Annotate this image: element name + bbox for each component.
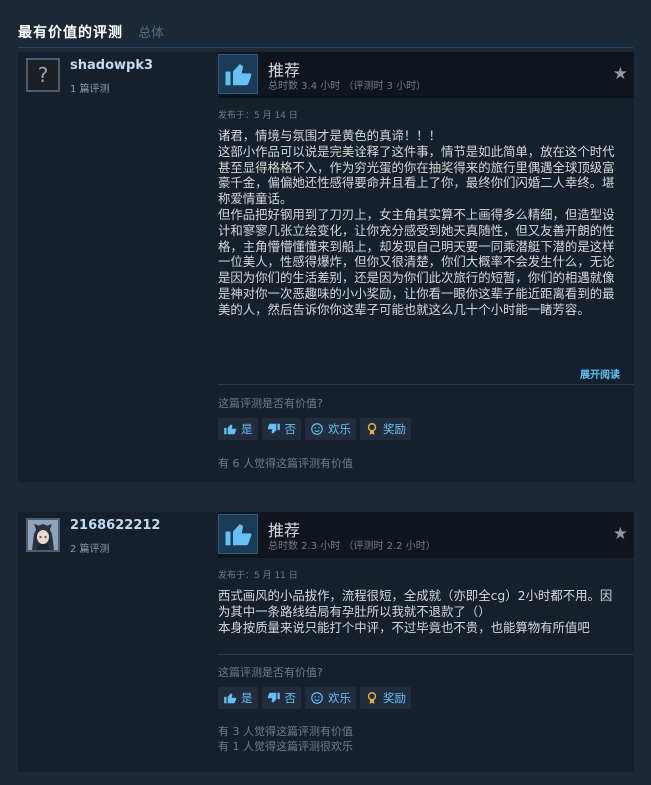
- thumbs-down-icon: [267, 691, 281, 705]
- vote-funny-label: 欢乐: [328, 422, 351, 436]
- vote-info-line: 有 6 人觉得这篇评测有价值: [218, 457, 353, 470]
- review-paragraph: 但作品把好钢用到了刀刃上，女主角其实算不上画得多么精细，但造型设计和寥寥几张立绘…: [218, 206, 615, 317]
- vote-info: 有 6 人觉得这篇评测有价值: [218, 456, 353, 471]
- vote-no-label: 否: [284, 422, 297, 436]
- thumbs-down-icon: [267, 422, 281, 436]
- vote-funny-button[interactable]: 欢乐: [305, 687, 356, 709]
- avatar[interactable]: [26, 518, 60, 552]
- section-header: 最有价值的评测 总体: [18, 22, 633, 48]
- award-label: 奖励: [383, 691, 406, 705]
- vote-no-button[interactable]: 否: [261, 687, 301, 709]
- vote-yes-label: 是: [241, 691, 253, 705]
- divider: [218, 654, 634, 655]
- vote-no-label: 否: [284, 691, 297, 705]
- star-icon[interactable]: ★: [613, 64, 628, 84]
- smiley-icon: [310, 691, 324, 705]
- playtime: 总时数 3.4 小时 （评测时 3 小时）: [268, 81, 427, 92]
- review-content: 诸君，情境与氛围才是黄色的真谛！！！ 这部小作品可以说是完美诠释了这件事，情节是…: [218, 128, 624, 344]
- review-paragraph: 本身按质量来说只能打个中评，不过毕竟也不贵，也能算物有所值吧: [218, 619, 590, 635]
- question-mark-icon: ?: [37, 63, 49, 87]
- thumbs-up-icon: [223, 691, 237, 705]
- rating-buttons: 是 否 欢乐 奖励: [218, 687, 411, 709]
- vote-funny-label: 欢乐: [328, 691, 351, 705]
- vote-no-button[interactable]: 否: [261, 418, 301, 440]
- vote-info: 有 3 人觉得这篇评测有价值 有 1 人觉得这篇评测很欢乐: [218, 724, 353, 754]
- review-paragraph: 诸君，情境与氛围才是黄色的真谛！！！: [218, 128, 442, 143]
- vote-funny-button[interactable]: 欢乐: [305, 418, 356, 440]
- divider: [218, 384, 634, 385]
- vote-yes-button[interactable]: 是: [218, 418, 258, 440]
- award-icon: [365, 691, 379, 705]
- thumbs-up-icon[interactable]: [218, 54, 258, 94]
- playtime: 总时数 2.3 小时 （评测时 2.2 小时）: [268, 541, 436, 552]
- smiley-icon: [310, 422, 324, 436]
- section-title: 最有价值的评测: [18, 25, 123, 41]
- vote-header: 推荐 总时数 2.3 小时 （评测时 2.2 小时） ★: [218, 512, 634, 558]
- anime-character-icon: [28, 520, 58, 550]
- award-button[interactable]: 奖励: [360, 418, 411, 440]
- rating-buttons: 是 否 欢乐 奖励: [218, 418, 411, 440]
- award-button[interactable]: 奖励: [360, 687, 411, 709]
- award-icon: [365, 422, 379, 436]
- review-paragraph: 西式画风的小品拔作，流程很短，全成就（亦即全cg）2小时都不用。因为其中一条路线…: [218, 588, 613, 619]
- vote-header: 推荐 总时数 3.4 小时 （评测时 3 小时） ★: [218, 52, 634, 98]
- author-review-count[interactable]: 2 篇评测: [70, 540, 110, 555]
- section-filter-overall[interactable]: 总体: [138, 26, 164, 41]
- expand-review-link[interactable]: 展开阅读: [580, 366, 620, 381]
- review-content: 西式画风的小品拔作，流程很短，全成就（亦即全cg）2小时都不用。因为其中一条路线…: [218, 588, 624, 635]
- review-card: ? shadowpk3 1 篇评测 推荐 总时数 3.4 小时 （评测时 3 小…: [18, 52, 634, 482]
- author-name[interactable]: 2168622212: [70, 518, 160, 533]
- posted-date: 发布于：5 月 14 日: [218, 111, 298, 121]
- helpful-question: 这篇评测是否有价值?: [218, 666, 323, 679]
- vote-info-line: 有 3 人觉得这篇评测有价值: [218, 725, 353, 738]
- award-label: 奖励: [383, 422, 406, 436]
- vote-yes-label: 是: [241, 422, 253, 436]
- author-review-count[interactable]: 1 篇评测: [70, 80, 110, 95]
- thumbs-up-icon: [223, 422, 237, 436]
- helpful-question: 这篇评测是否有价值?: [218, 397, 323, 410]
- posted-date: 发布于：5 月 11 日: [218, 571, 298, 581]
- content-fade: [218, 322, 624, 348]
- review-card: 2168622212 2 篇评测 推荐 总时数 2.3 小时 （评测时 2.2 …: [18, 512, 634, 772]
- avatar[interactable]: ?: [26, 58, 60, 92]
- author-name[interactable]: shadowpk3: [70, 58, 153, 73]
- review-paragraph: 这部小作品可以说是完美诠释了这件事，情节是如此简单，放在这个时代甚至显得格格不入…: [218, 143, 615, 207]
- thumbs-up-icon[interactable]: [218, 514, 258, 554]
- star-icon[interactable]: ★: [613, 524, 628, 544]
- vote-info-line: 有 1 人觉得这篇评测很欢乐: [218, 740, 353, 753]
- vote-yes-button[interactable]: 是: [218, 687, 258, 709]
